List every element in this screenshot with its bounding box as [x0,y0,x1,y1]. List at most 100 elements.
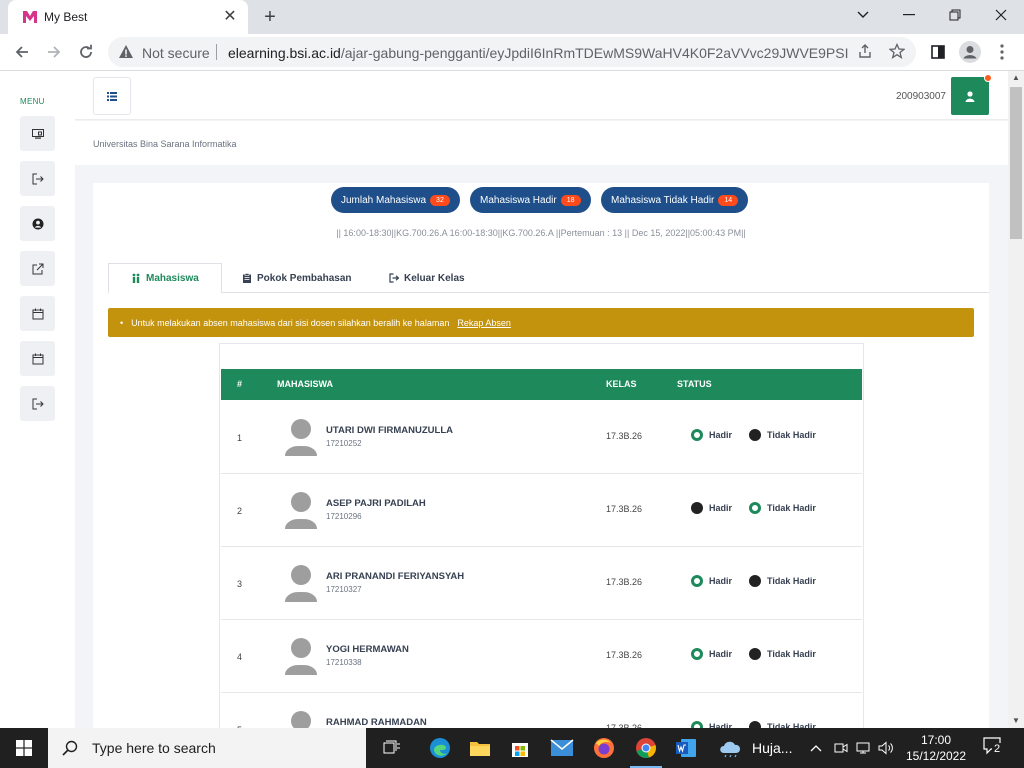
sidebar-item-calendar-2[interactable] [20,341,55,376]
sidebar-item-external[interactable] [20,251,55,286]
restore-icon[interactable] [932,0,978,30]
browser-tab-strip: My Best ✕ + [0,0,1024,34]
sign-out-icon [389,273,399,283]
radio-indicator[interactable] [749,575,761,587]
bookmark-star-icon[interactable] [888,42,906,61]
tab-keluar-kelas[interactable]: Keluar Kelas [367,263,487,293]
tab-title: My Best [44,10,88,24]
tab-label: Mahasiswa [146,272,199,284]
option-label: Tidak Hadir [767,503,816,513]
notification-center-button[interactable]: 2 [982,736,1010,760]
radio-tidak-hadir[interactable]: Tidak Hadir [749,502,816,514]
rekap-absen-link[interactable]: Rekap Absen [457,318,511,328]
sidebar-item-logout[interactable] [20,386,55,421]
user-menu-button[interactable] [951,74,992,115]
radio-hadir[interactable]: Hadir [691,648,732,660]
warning-icon[interactable] [118,44,134,60]
radio-hadir[interactable]: Hadir [691,575,732,587]
radio-indicator[interactable] [749,502,761,514]
menu-toggle-button[interactable] [93,77,131,115]
student-name: YOGI HERMAWAN [326,644,409,655]
task-view-icon[interactable] [372,728,412,768]
pill-label: Jumlah Mahasiswa [341,194,427,206]
meet-now-icon[interactable] [834,728,848,768]
radio-hadir[interactable]: Hadir [691,721,732,728]
search-icon [62,740,78,756]
row-number: 1 [237,433,243,443]
close-window-icon[interactable] [978,0,1024,30]
start-button[interactable] [0,728,48,768]
cloud-rain-icon [720,741,741,758]
tab-mahasiswa[interactable]: Mahasiswa [108,263,222,294]
radio-indicator[interactable] [691,429,703,441]
url-text[interactable]: elearning.bsi.ac.id/ajar-gabung-penggant… [228,45,848,61]
radio-tidak-hadir[interactable]: Tidak Hadir [749,721,816,728]
alert-bullet: • [120,317,124,328]
tab-close-icon[interactable]: ✕ [220,7,240,27]
student-nim: 17210327 [326,585,362,594]
scroll-up-icon[interactable]: ▲ [1008,71,1024,85]
avatar-icon [291,711,311,728]
sidebar-item-calendar-1[interactable] [20,296,55,331]
network-icon[interactable] [856,728,872,768]
share-icon[interactable] [856,43,874,61]
radio-indicator[interactable] [749,721,761,728]
scroll-down-icon[interactable]: ▼ [1008,714,1024,728]
minimize-icon[interactable] [886,0,932,30]
radio-indicator[interactable] [749,429,761,441]
profile-icon[interactable] [956,38,984,66]
top-header: 200903007 [75,71,1008,120]
system-clock[interactable]: 17:00 15/12/2022 [900,732,972,764]
radio-hadir[interactable]: Hadir [691,502,732,514]
header-mahasiswa: MAHASISWA [277,379,333,389]
option-label: Hadir [709,503,733,513]
radio-indicator[interactable] [691,721,703,728]
tab-pokok-pembahasan[interactable]: Pokok Pembahasan [220,263,373,293]
firefox-icon[interactable] [584,728,624,768]
row-number: 4 [237,652,243,662]
pill-count: 32 [430,194,450,206]
sidebar-item-profile[interactable] [20,206,55,241]
avatar-icon [285,638,317,675]
schedule-info: || 16:00-18:30||KG.700.26.A 16:00-18:30|… [336,228,746,238]
store-icon[interactable] [500,728,540,768]
browser-tab[interactable]: My Best ✕ [8,0,248,34]
radio-tidak-hadir[interactable]: Tidak Hadir [749,575,816,587]
scrollbar-thumb[interactable] [1010,87,1022,239]
mail-icon[interactable] [542,728,582,768]
user-icon [965,90,975,102]
sidebar-item-signout[interactable] [20,161,55,196]
users-icon [132,273,140,283]
sidebar-panel-icon[interactable] [924,38,952,66]
notification-count: 2 [992,743,1003,755]
row-number: 2 [237,506,243,516]
browser-toolbar: Not secure elearning.bsi.ac.id/ajar-gabu… [0,34,1024,71]
word-icon[interactable] [666,728,706,768]
edge-icon[interactable] [420,728,460,768]
weather-widget[interactable]: Huja... [718,728,792,768]
back-icon[interactable] [8,38,36,66]
chrome-icon[interactable] [626,728,666,768]
sidebar-item-dashboard[interactable] [20,116,55,151]
browser-menu-icon[interactable] [988,38,1016,66]
volume-icon[interactable] [878,728,894,768]
radio-indicator[interactable] [691,648,703,660]
page-scrollbar[interactable]: ▲ ▼ [1008,71,1024,728]
header-num: # [237,379,243,389]
radio-indicator[interactable] [691,575,703,587]
radio-indicator[interactable] [691,502,703,514]
taskbar-search[interactable]: Type here to search [48,728,366,768]
option-label: Tidak Hadir [767,649,816,659]
reload-icon[interactable] [72,38,100,66]
address-bar[interactable]: Not secure elearning.bsi.ac.id/ajar-gabu… [108,37,916,67]
tab-search-icon[interactable] [840,0,886,30]
new-tab-button[interactable]: + [258,5,282,29]
radio-indicator[interactable] [749,648,761,660]
forward-icon[interactable] [40,38,68,66]
radio-hadir[interactable]: Hadir [691,429,732,441]
file-explorer-icon[interactable] [460,728,500,768]
tray-chevron-icon[interactable] [810,728,822,768]
radio-tidak-hadir[interactable]: Tidak Hadir [749,429,816,441]
list-icon [107,91,117,101]
radio-tidak-hadir[interactable]: Tidak Hadir [749,648,816,660]
